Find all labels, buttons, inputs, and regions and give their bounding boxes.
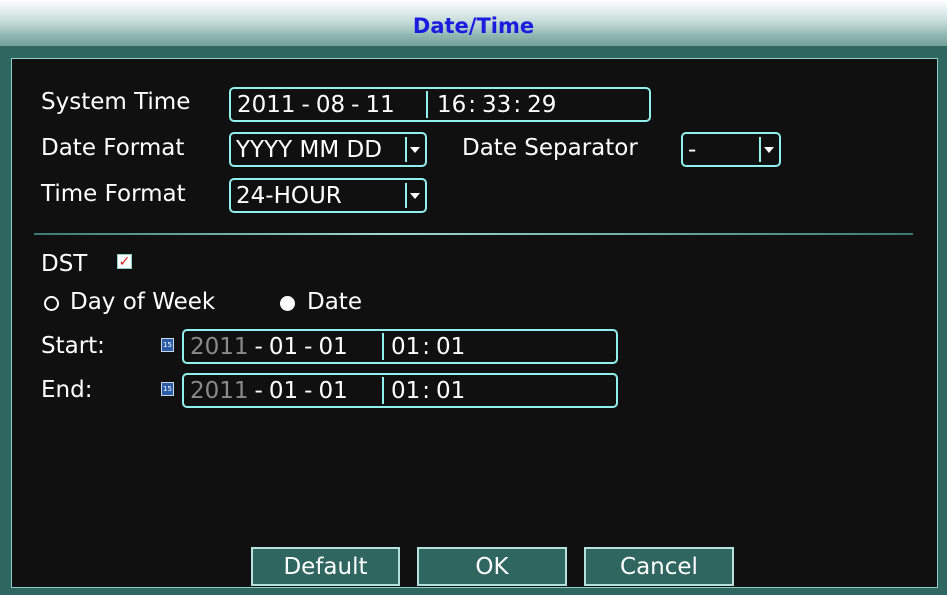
time-colon: :	[468, 91, 477, 118]
title-bar: Date/Time	[0, 0, 947, 48]
system-time-label: System Time	[41, 89, 191, 115]
calendar-icon[interactable]: 15	[161, 382, 174, 396]
date-separator-glyph: -	[254, 333, 263, 360]
start-time-segment[interactable]: 01 : 01	[391, 331, 465, 362]
start-year: 2011	[190, 333, 249, 360]
start-hour[interactable]: 01	[391, 334, 420, 360]
end-time-segment[interactable]: 01 : 01	[391, 375, 465, 406]
section-divider	[34, 233, 913, 235]
field-divider	[382, 377, 384, 404]
date-format-select[interactable]: YYYY MM DD	[229, 132, 427, 167]
system-month[interactable]: 08	[316, 92, 345, 118]
time-format-label: Time Format	[41, 181, 186, 207]
day-of-week-label[interactable]: Day of Week	[70, 289, 215, 315]
chevron-down-icon[interactable]	[405, 137, 423, 162]
start-datetime-field[interactable]: 2011 - 01 - 01 01 : 01	[182, 329, 618, 364]
dst-checkbox[interactable]: ✓	[117, 254, 132, 269]
dst-label: DST	[41, 251, 88, 277]
chevron-down-icon[interactable]	[759, 137, 777, 162]
end-hour[interactable]: 01	[391, 378, 420, 404]
system-time-segment[interactable]: 16 : 33 : 29	[437, 89, 556, 120]
time-format-select[interactable]: 24-HOUR	[229, 178, 427, 213]
time-colon: :	[422, 333, 431, 360]
date-separator-glyph: -	[351, 91, 360, 118]
date-format-value: YYYY MM DD	[236, 136, 382, 163]
ok-button[interactable]: OK	[417, 547, 567, 586]
end-datetime-field[interactable]: 2011 - 01 - 01 01 : 01	[182, 373, 618, 408]
start-day[interactable]: 01	[318, 334, 347, 360]
start-month[interactable]: 01	[269, 334, 298, 360]
date-radio[interactable]	[280, 296, 295, 311]
date-separator-value: -	[688, 136, 697, 163]
time-colon: :	[422, 377, 431, 404]
time-colon: :	[513, 91, 522, 118]
window-title: Date/Time	[412, 14, 535, 38]
start-minute[interactable]: 01	[436, 334, 465, 360]
date-separator-glyph: -	[304, 333, 313, 360]
end-label: End:	[41, 377, 93, 403]
date-radio-label[interactable]: Date	[307, 289, 362, 315]
end-year: 2011	[190, 377, 249, 404]
start-label: Start:	[41, 333, 105, 359]
end-day[interactable]: 01	[318, 378, 347, 404]
end-minute[interactable]: 01	[436, 378, 465, 404]
date-format-label: Date Format	[41, 135, 185, 161]
system-minute[interactable]: 33	[482, 92, 511, 118]
system-time-field[interactable]: 2011 - 08 - 11 16 : 33 : 29	[229, 87, 651, 122]
date-separator-label: Date Separator	[462, 135, 638, 161]
dialog-panel: System Time 2011 - 08 - 11 16 : 33 : 29 …	[11, 58, 938, 588]
default-button[interactable]: Default	[251, 547, 400, 586]
start-date-segment[interactable]: 2011 - 01 - 01	[190, 331, 348, 362]
date-separator-glyph: -	[304, 377, 313, 404]
chevron-down-icon[interactable]	[405, 183, 423, 208]
dialog-frame: System Time 2011 - 08 - 11 16 : 33 : 29 …	[0, 46, 947, 595]
field-divider	[382, 333, 384, 360]
date-separator-select[interactable]: -	[681, 132, 781, 167]
end-month[interactable]: 01	[269, 378, 298, 404]
system-year[interactable]: 2011	[237, 92, 296, 118]
day-of-week-radio[interactable]	[44, 296, 59, 311]
system-hour[interactable]: 16	[437, 92, 466, 118]
calendar-icon[interactable]: 15	[161, 338, 174, 352]
date-separator-glyph: -	[301, 91, 310, 118]
field-divider	[426, 91, 428, 118]
cancel-button[interactable]: Cancel	[584, 547, 734, 586]
system-second[interactable]: 29	[527, 92, 556, 118]
end-date-segment[interactable]: 2011 - 01 - 01	[190, 375, 348, 406]
system-date-segment[interactable]: 2011 - 08 - 11	[237, 89, 395, 120]
system-day[interactable]: 11	[365, 92, 394, 118]
time-format-value: 24-HOUR	[236, 182, 342, 209]
date-separator-glyph: -	[254, 377, 263, 404]
